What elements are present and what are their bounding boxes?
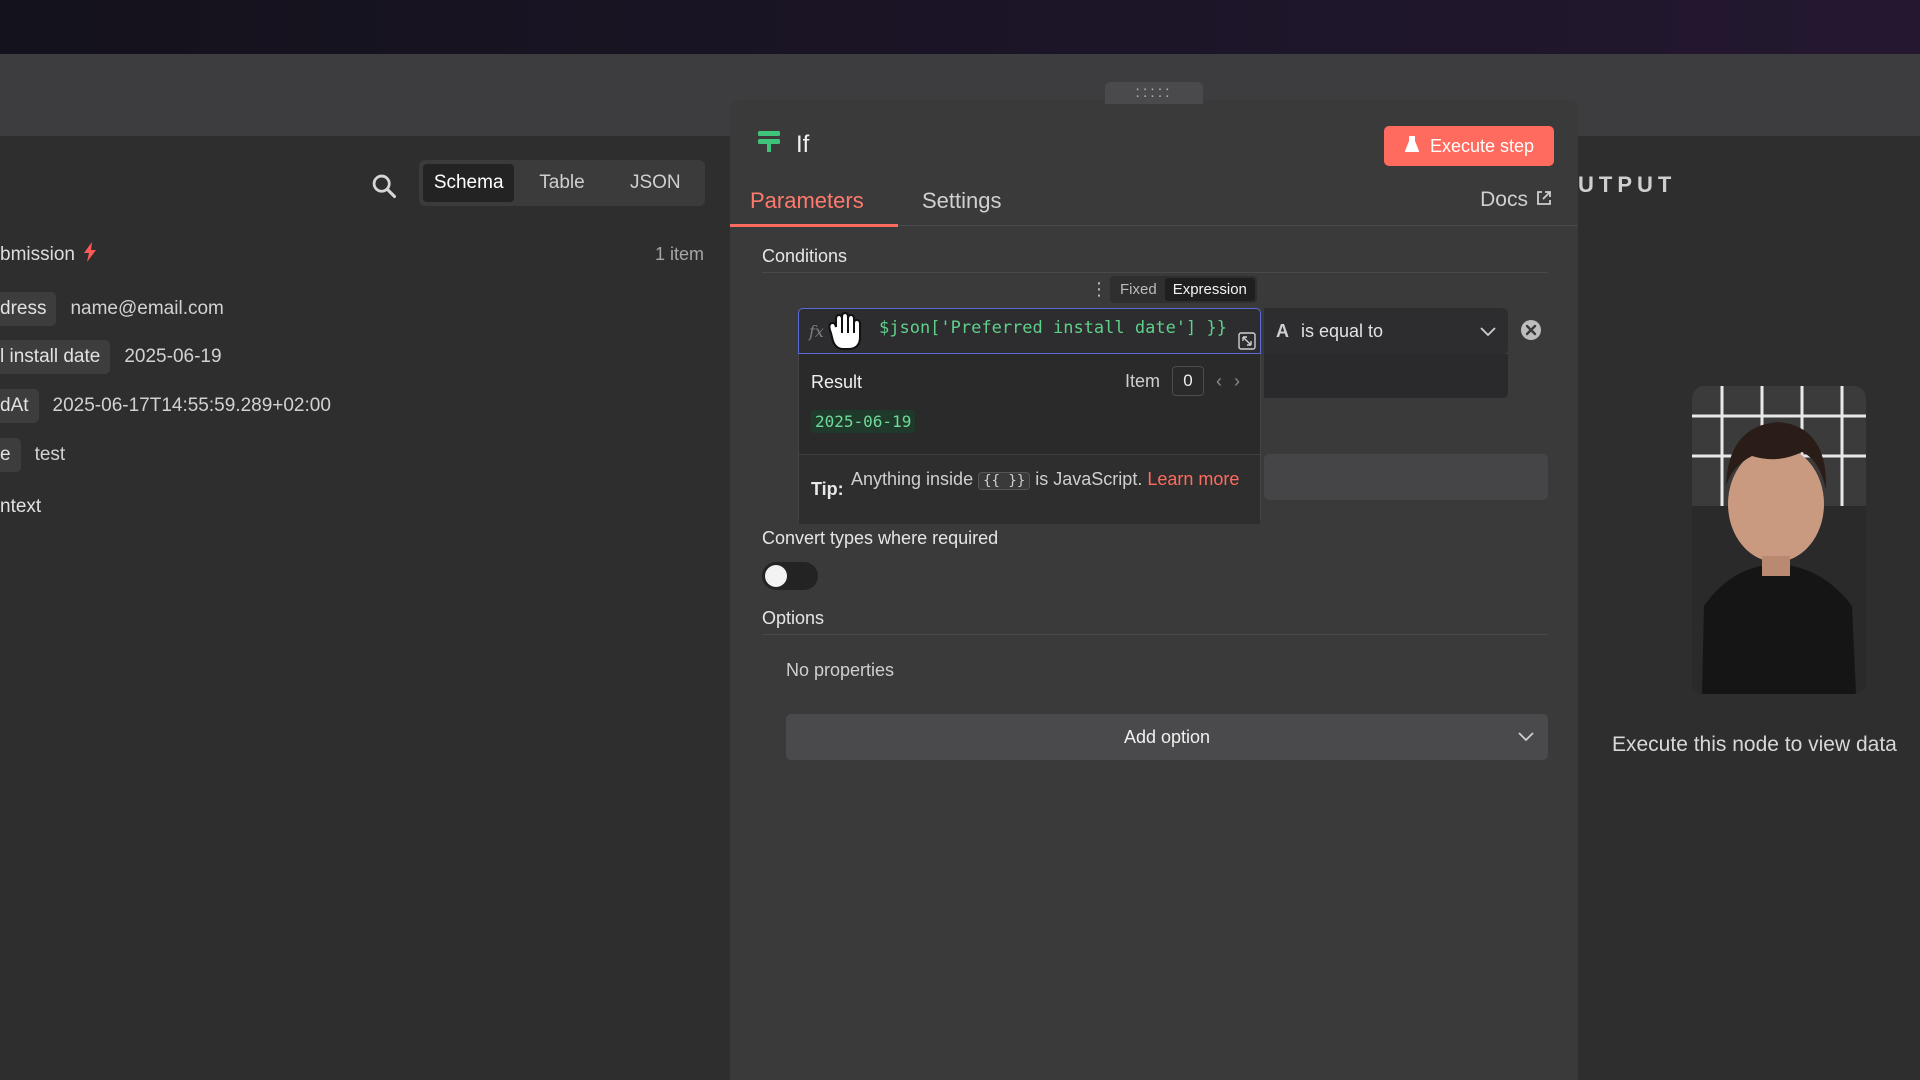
result-value: 2025-06-19 [811, 410, 916, 433]
tab-settings[interactable]: Settings [922, 188, 1002, 214]
input-panel: Schema Table JSON bmission 1 item dress … [0, 136, 730, 1080]
tip-prefix: Anything inside [851, 469, 974, 489]
learn-more-link[interactable]: Learn more [1147, 469, 1239, 489]
convert-types-label: Convert types where required [762, 528, 999, 548]
output-panel-title: UTPUT [1578, 172, 1677, 197]
node-title[interactable]: If [796, 131, 809, 159]
execute-step-button[interactable]: Execute step [1383, 126, 1554, 166]
trigger-node-label[interactable]: bmission [0, 242, 97, 268]
field-key: l install date [0, 340, 111, 374]
no-properties-text: No properties [786, 660, 895, 680]
operator-label: is equal to [1301, 320, 1384, 341]
lightning-icon [83, 242, 97, 268]
active-tab-indicator [730, 224, 898, 227]
expand-editor-icon[interactable] [1238, 332, 1256, 350]
view-table-tab[interactable]: Table [516, 164, 607, 202]
toggle-knob [765, 565, 787, 587]
search-icon[interactable] [370, 172, 398, 200]
expression-result-popover: Result Item 0 ‹ › 2025-06-19 Tip: Anythi… [798, 354, 1261, 524]
fixed-expression-toggle: Fixed Expression [1110, 276, 1257, 303]
divider [762, 272, 1548, 273]
schema-field[interactable]: e test [0, 438, 65, 472]
tip-suffix: is JavaScript. [1035, 469, 1143, 489]
item-label: Item [1124, 370, 1160, 391]
flask-icon [1404, 135, 1420, 158]
docs-label: Docs [1480, 188, 1528, 211]
schema-field[interactable]: ntext [0, 496, 41, 518]
expression-text: $json['Preferred install date'] }} [879, 318, 1227, 338]
condition-left-value-input[interactable]: fx $json['Preferred install date'] }} [798, 308, 1261, 354]
add-option-select[interactable]: Add option [786, 714, 1548, 760]
chevron-right-icon[interactable]: › [1234, 371, 1240, 392]
field-key: e [0, 438, 21, 472]
chevron-left-icon[interactable]: ‹ [1216, 371, 1222, 392]
field-value: 2025-06-19 [124, 346, 222, 367]
field-key: dAt [0, 389, 39, 423]
field-key: dress [0, 292, 57, 326]
add-option-label: Add option [1123, 726, 1211, 747]
add-condition-button[interactable] [1264, 454, 1548, 500]
execute-step-label: Execute step [1429, 135, 1534, 156]
tip-label: Tip: [811, 479, 844, 499]
divider [762, 634, 1548, 635]
mode-expression[interactable]: Expression [1164, 278, 1255, 301]
schema-field[interactable]: dAt 2025-06-17T14:55:59.289+02:00 [0, 389, 331, 423]
node-tabs: Parameters Settings Docs [730, 180, 1578, 227]
more-options-icon[interactable]: ⋮ [1090, 279, 1108, 300]
options-label: Options [762, 608, 825, 628]
chevron-down-icon [1518, 726, 1534, 747]
field-value: name@email.com [70, 298, 224, 319]
expression-tip: Tip: Anything inside {{ }} is JavaScript… [799, 454, 1260, 524]
tip-code: {{ }} [978, 472, 1031, 490]
webcam-overlay-image [1692, 386, 1866, 694]
chevron-down-icon [1480, 321, 1496, 342]
node-details-modal: ::::: If Execute step Parameters Setting… [730, 82, 1578, 1080]
docs-link[interactable]: Docs [1480, 188, 1552, 212]
field-value: test [34, 444, 66, 465]
string-type-icon: A [1276, 320, 1289, 341]
top-bar [0, 0, 1920, 54]
tab-parameters[interactable]: Parameters [750, 188, 864, 214]
schema-field[interactable]: dress name@email.com [0, 292, 224, 326]
trigger-name: bmission [0, 244, 75, 265]
drag-handle[interactable]: ::::: [1105, 82, 1203, 104]
view-json-tab[interactable]: JSON [610, 164, 701, 202]
result-label: Result [811, 372, 863, 392]
parameter-mode-bar: ⋮ Fixed Expression [1090, 276, 1257, 303]
field-value: 2025-06-17T14:55:59.289+02:00 [52, 395, 331, 416]
convert-types-toggle[interactable] [762, 562, 818, 590]
item-count: 1 item [654, 244, 704, 264]
field-key: ntext [0, 496, 42, 517]
item-navigator: Item 0 ‹ › [1125, 366, 1240, 396]
conditions-label: Conditions [762, 246, 848, 266]
operator-select[interactable]: A is equal to [1264, 308, 1508, 354]
hand-cursor-icon [821, 311, 867, 353]
view-mode-toggle: Schema Table JSON [419, 160, 705, 206]
mode-fixed[interactable]: Fixed [1112, 278, 1165, 301]
external-link-icon [1536, 188, 1552, 212]
remove-condition-icon[interactable] [1520, 319, 1542, 341]
item-index-input[interactable]: 0 [1172, 366, 1204, 396]
tip-text: Anything inside {{ }} is JavaScript. Lea… [851, 467, 1251, 493]
schema-field[interactable]: l install date 2025-06-19 [0, 340, 222, 374]
output-empty-hint: Execute this node to view data [1612, 733, 1897, 756]
node-header: If [756, 128, 809, 161]
condition-right-value-input[interactable] [1264, 354, 1508, 398]
if-node-icon [756, 128, 782, 161]
view-schema-tab[interactable]: Schema [423, 164, 515, 202]
